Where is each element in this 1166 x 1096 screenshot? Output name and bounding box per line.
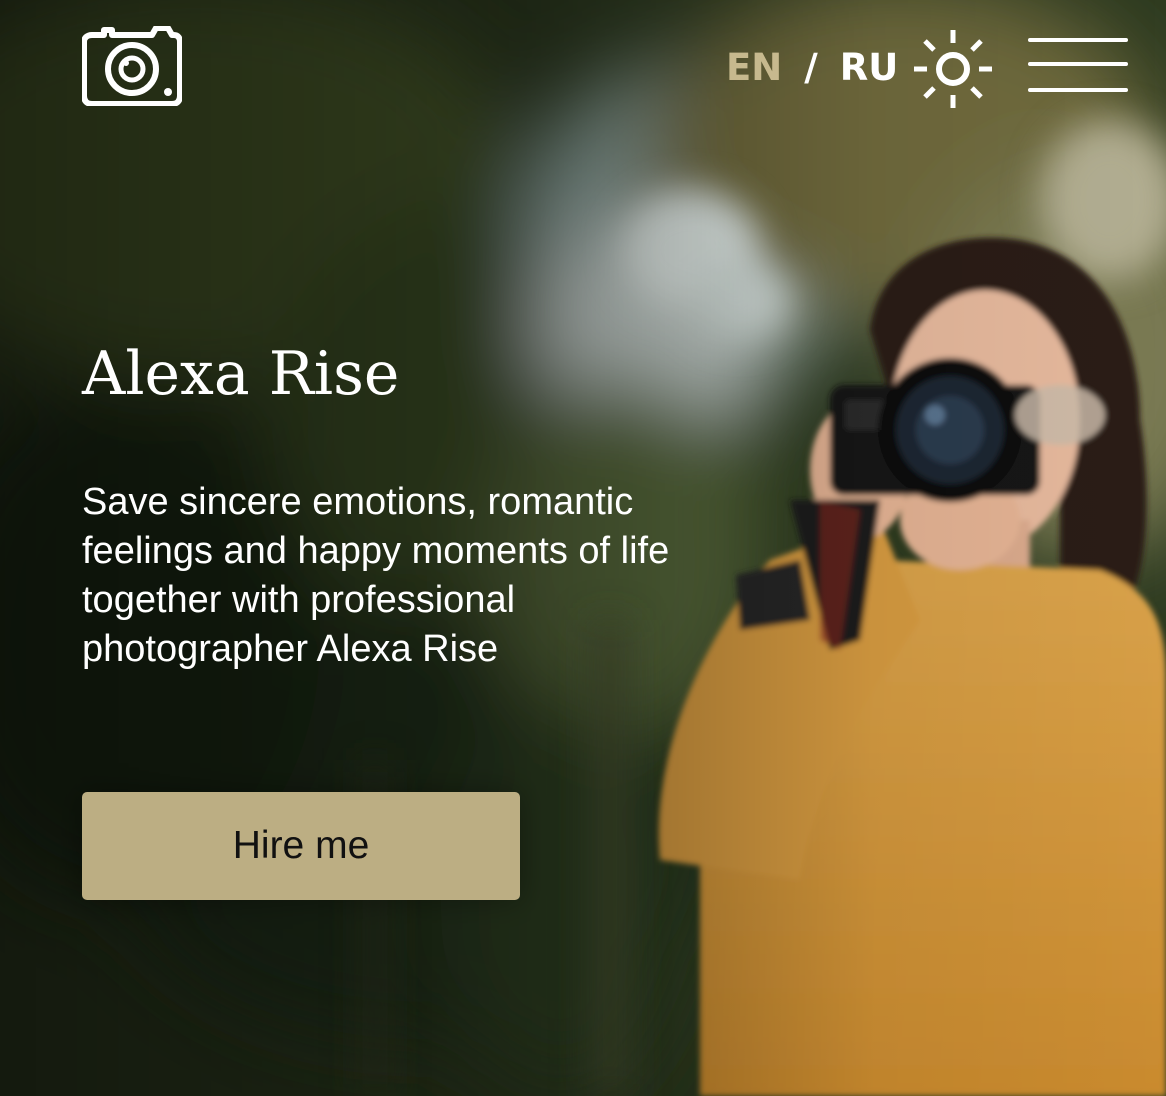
hero-section: EN / RU Alexa Rise Save sincere emotions…	[0, 0, 1166, 1096]
hamburger-menu-icon[interactable]	[1028, 36, 1128, 96]
lang-en-link[interactable]: EN	[726, 46, 782, 89]
hero-title: Alexa Rise	[82, 339, 400, 409]
sun-icon[interactable]	[912, 28, 994, 110]
camera-icon[interactable]	[81, 25, 183, 107]
hero-subtitle: Save sincere emotions, romantic feelings…	[82, 481, 670, 670]
lang-ru-link[interactable]: RU	[840, 46, 899, 89]
hire-me-button[interactable]: Hire me	[82, 792, 520, 900]
language-switcher: EN / RU	[726, 44, 898, 90]
lang-separator: /	[804, 45, 818, 89]
